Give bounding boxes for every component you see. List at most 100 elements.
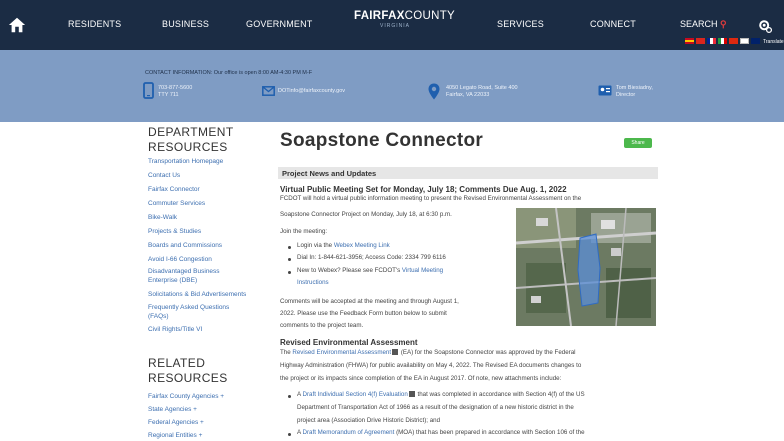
bullet-dot xyxy=(288,433,291,436)
dial-in-bullet: Dial In: 1-844-621-3956; Access Code: 23… xyxy=(297,254,446,261)
address-line-2: Fairfax, VA 22033 xyxy=(446,92,490,98)
home-icon[interactable] xyxy=(8,16,26,34)
sidebar-link-projects-studies[interactable]: Projects & Studies xyxy=(148,228,201,236)
search-button[interactable]: SEARCH ⚲ xyxy=(680,19,727,30)
nav-services[interactable]: SERVICES xyxy=(497,19,544,29)
sidebar-link-civil-rights[interactable]: Civil Rights/Title VI xyxy=(148,326,202,334)
related-heading-line-1: RELATED xyxy=(148,356,206,370)
phone-line-2: TTY 711 xyxy=(158,92,179,98)
sidebar-link-boards-commissions[interactable]: Boards and Commissions xyxy=(148,242,222,250)
bullet-dot xyxy=(288,246,291,249)
brand-name-county: COUNTY xyxy=(404,10,456,22)
email-icon xyxy=(262,86,275,96)
phone-numbers[interactable]: 703-877-5600 TTY 711 xyxy=(158,85,192,99)
sidebar-link-contact-us[interactable]: Contact Us xyxy=(148,172,180,180)
moa-post: (MOA) that has been prepared in accordan… xyxy=(394,429,585,436)
related-link-regional-entities[interactable]: Regional Entities + xyxy=(148,432,202,440)
related-link-county-agencies[interactable]: Fairfax County Agencies + xyxy=(148,393,224,401)
section-4f-line-3: project area (Association Drive Historic… xyxy=(297,417,441,424)
webex-bullet-text: Login via the xyxy=(297,242,334,249)
search-icon: ⚲ xyxy=(720,19,727,29)
bullet-dot xyxy=(288,395,291,398)
sidebar-link-commuter-services[interactable]: Commuter Services xyxy=(148,200,205,208)
comments-line-3: comments to the project team. xyxy=(280,322,364,329)
meeting-paragraph-line-1: FCDOT will hold a virtual public informa… xyxy=(280,195,582,202)
webex-meeting-link[interactable]: Webex Meeting Link xyxy=(334,242,390,249)
chinese-flag-icon[interactable] xyxy=(729,38,738,44)
director-name: Tom Biesiadny, xyxy=(616,85,653,91)
vietnamese-flag-icon[interactable] xyxy=(696,38,705,44)
email-link[interactable]: DOTinfo@fairfaxcounty.gov xyxy=(278,88,345,95)
related-heading-line-2: RESOURCES xyxy=(148,371,228,385)
sidebar-link-avoid-i66[interactable]: Avoid I-66 Congestion xyxy=(148,256,212,264)
webex-bullet: Login via the Webex Meeting Link xyxy=(297,240,390,252)
director-contact[interactable]: Tom Biesiadny, Director xyxy=(616,85,653,99)
translate-gear-icon[interactable] xyxy=(757,18,773,34)
section-title: Project News and Updates xyxy=(282,169,377,178)
related-link-state-agencies[interactable]: State Agencies + xyxy=(148,406,197,414)
revised-ea-line-1: The Revised Environmental Assessment (EA… xyxy=(280,346,576,359)
brand-subtitle: VIRGINIA xyxy=(380,23,410,29)
sidebar-link-bike-walk[interactable]: Bike-Walk xyxy=(148,214,177,222)
fairfax-county-logo[interactable]: FAIRFAXCOUNTY VIRGINIA xyxy=(354,10,455,29)
related-resources-heading: RELATED RESOURCES xyxy=(148,356,228,386)
phone-icon xyxy=(143,82,154,99)
sidebar-link-solicitations[interactable]: Solicitations & Bid Advertisements xyxy=(148,291,246,299)
section-4f-post: that was completed in accordance with Se… xyxy=(415,391,585,398)
translate-link[interactable]: Translate xyxy=(763,39,784,45)
more-languages-flag-icon[interactable] xyxy=(751,38,760,44)
moa-bullet: A Draft Memorandum of Agreement (MOA) th… xyxy=(297,427,585,439)
instructions-link-line: Instructions xyxy=(297,277,329,289)
nav-connect[interactable]: CONNECT xyxy=(590,19,636,29)
search-label: SEARCH xyxy=(680,19,718,29)
brand-name: FAIRFAX xyxy=(354,10,405,22)
revised-ea-line-2: Highway Administration (FHWA) for public… xyxy=(280,362,582,369)
sidebar-link-dbe-line-2[interactable]: Enterprise (DBE) xyxy=(148,277,197,285)
bullet-dot xyxy=(288,258,291,261)
nav-residents[interactable]: RESIDENTS xyxy=(68,19,121,29)
department-resources-heading: DEPARTMENT RESOURCES xyxy=(148,125,234,155)
new-to-webex-text: New to Webex? Please see FCDOT's xyxy=(297,267,402,274)
meeting-paragraph-line-2: Soapstone Connector Project on Monday, J… xyxy=(280,211,452,218)
french-flag-icon[interactable] xyxy=(707,38,716,44)
revised-ea-line-3: the project or its impacts since complet… xyxy=(280,375,562,382)
join-meeting-label: Join the meeting: xyxy=(280,228,328,235)
id-card-icon xyxy=(598,85,612,96)
heading-line-1: DEPARTMENT xyxy=(148,125,234,139)
nav-government[interactable]: GOVERNMENT xyxy=(246,19,313,29)
korean-flag-icon[interactable] xyxy=(740,38,749,44)
language-flags xyxy=(685,38,760,44)
sidebar-link-fairfax-connector[interactable]: Fairfax Connector xyxy=(148,186,200,194)
nav-business[interactable]: BUSINESS xyxy=(162,19,209,29)
map-pin-icon xyxy=(428,83,440,100)
document-icon xyxy=(408,391,415,398)
director-title: Director xyxy=(616,92,636,98)
virtual-meeting-instructions-link[interactable]: Instructions xyxy=(297,279,329,286)
related-link-federal-agencies[interactable]: Federal Agencies + xyxy=(148,419,204,427)
page-title: Soapstone Connector xyxy=(280,130,484,151)
virtual-meeting-link[interactable]: Virtual Meeting xyxy=(402,267,443,274)
revised-ea-line-1-post: (EA) for the Soapstone Connector was app… xyxy=(399,349,576,356)
sidebar-link-faqs-line-1[interactable]: Frequently Asked Questions xyxy=(148,304,229,312)
section-4f-line-2: Department of Transportation Act of 1966… xyxy=(297,404,574,411)
revised-ea-link[interactable]: Revised Environmental Assessment xyxy=(292,349,391,356)
address[interactable]: 4050 Legato Road, Suite 400 Fairfax, VA … xyxy=(446,85,518,99)
contact-bar xyxy=(0,50,784,122)
sidebar-link-transportation-homepage[interactable]: Transportation Homepage xyxy=(148,158,223,166)
heading-line-2: RESOURCES xyxy=(148,140,228,154)
share-button[interactable]: Share xyxy=(624,138,652,148)
top-navigation: RESIDENTS BUSINESS GOVERNMENT FAIRFAXCOU… xyxy=(0,0,784,50)
section-header: Project News and Updates xyxy=(278,167,658,179)
project-aerial-map-image xyxy=(516,208,656,326)
section-4f-bullet: A Draft Individual Section 4(f) Evaluati… xyxy=(297,389,585,401)
farsi-flag-icon[interactable] xyxy=(718,38,727,44)
contact-label: CONTACT INFORMATION: Our office is open … xyxy=(145,70,313,76)
spanish-flag-icon[interactable] xyxy=(685,38,694,44)
draft-section-4f-link[interactable]: Draft Individual Section 4(f) Evaluation xyxy=(303,391,408,398)
document-icon xyxy=(392,349,399,356)
revised-ea-line-1-pre: The xyxy=(280,349,293,356)
draft-moa-link[interactable]: Draft Memorandum of Agreement xyxy=(303,429,395,436)
new-to-webex-bullet: New to Webex? Please see FCDOT's Virtual… xyxy=(297,265,443,277)
sidebar-link-dbe-line-1[interactable]: Disadvantaged Business xyxy=(148,268,220,276)
sidebar-link-faqs-line-2[interactable]: (FAQs) xyxy=(148,313,169,321)
